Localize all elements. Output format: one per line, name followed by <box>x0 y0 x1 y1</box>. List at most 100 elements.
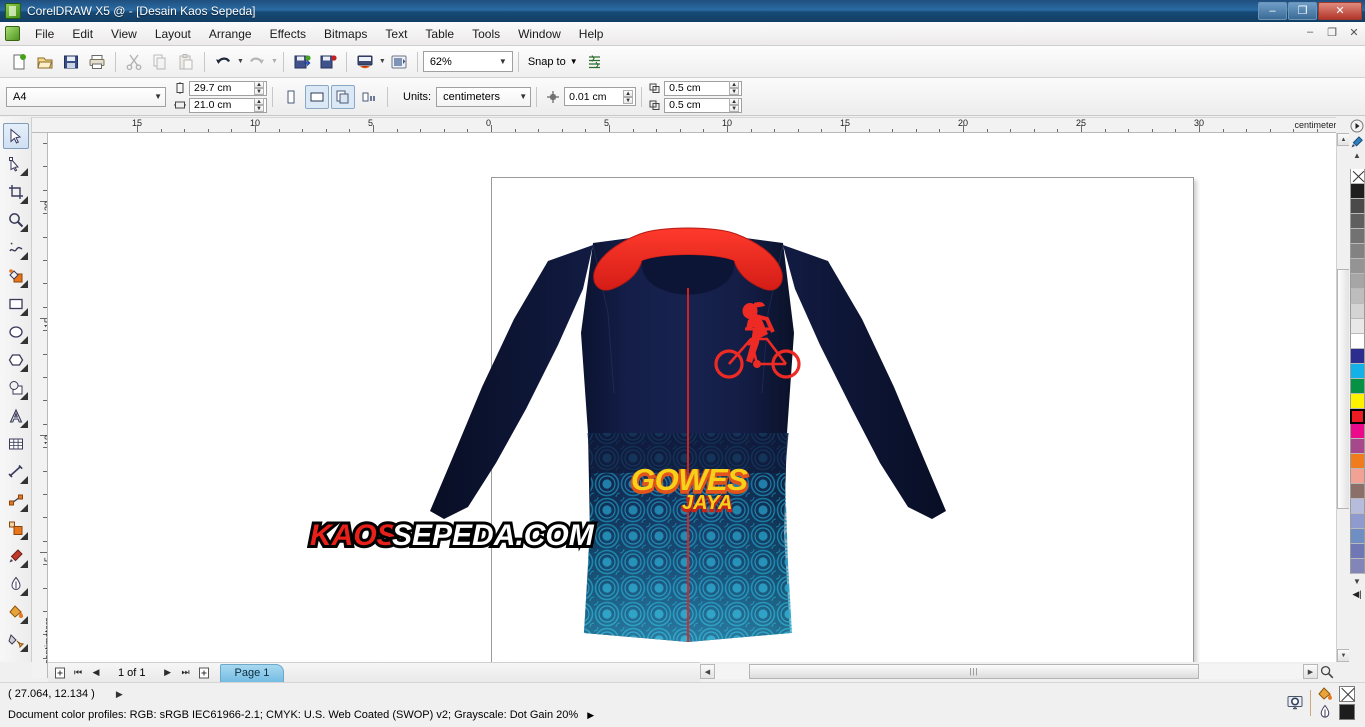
table-tool[interactable] <box>3 431 29 457</box>
interactive-fill-tool[interactable] <box>3 627 29 653</box>
palette-scroll-up-button[interactable]: ▲ <box>1353 151 1361 160</box>
duplicate-x-input[interactable]: 0.5 cm ▲ ▼ <box>664 80 743 96</box>
maximize-button[interactable]: ❐ <box>1288 2 1317 20</box>
palette-swatch[interactable] <box>1349 364 1365 379</box>
fill-tool[interactable] <box>3 599 29 625</box>
outline-color-swatch[interactable] <box>1339 704 1355 720</box>
palette-swatch[interactable] <box>1349 559 1365 574</box>
pick-tool[interactable] <box>2 123 29 149</box>
options-button[interactable] <box>582 49 608 75</box>
chevron-down-icon[interactable]: ▼ <box>519 92 527 101</box>
palette-swatch[interactable] <box>1349 469 1365 484</box>
duplicate-x-field[interactable]: 0.5 cm ▲ ▼ <box>649 80 743 96</box>
menu-file[interactable]: File <box>26 24 63 44</box>
palette-swatch[interactable] <box>1349 379 1365 394</box>
duplicate-y-input[interactable]: 0.5 cm ▲ ▼ <box>664 97 743 113</box>
menu-help[interactable]: Help <box>570 24 613 44</box>
minimize-button[interactable]: – <box>1258 2 1287 20</box>
horizontal-scrollbar-thumb[interactable]: ||| <box>749 664 1199 679</box>
flyout-arrow-icon[interactable] <box>19 476 28 484</box>
flyout-arrow-icon[interactable] <box>19 280 28 288</box>
flyout-arrow-icon[interactable] <box>19 336 28 344</box>
eyedropper-icon[interactable] <box>1350 135 1364 149</box>
fill-color-swatch[interactable] <box>1339 686 1355 702</box>
rectangle-tool[interactable] <box>3 291 29 317</box>
crop-tool[interactable] <box>3 179 29 205</box>
undo-button[interactable] <box>210 49 236 75</box>
ellipse-tool[interactable] <box>3 319 29 345</box>
orientation-portrait-button[interactable] <box>279 85 303 109</box>
palette-swatch[interactable] <box>1349 244 1365 259</box>
palette-swatch-list[interactable] <box>1349 169 1365 574</box>
scroll-left-button[interactable]: ◀ <box>700 664 715 679</box>
flyout-arrow-icon[interactable] <box>19 364 28 372</box>
connector-tool[interactable] <box>3 487 29 513</box>
horizontal-scrollbar-track[interactable]: ||| <box>715 664 1303 679</box>
menu-window[interactable]: Window <box>509 24 570 44</box>
menu-tools[interactable]: Tools <box>463 24 509 44</box>
page-width-spinner[interactable]: ▲ ▼ <box>254 81 264 95</box>
last-page-button[interactable]: ⏭ <box>178 665 194 681</box>
flyout-arrow-icon[interactable] <box>19 392 28 400</box>
scroll-right-button[interactable]: ▶ <box>1303 664 1318 679</box>
color-profiles-expand-icon[interactable]: ▶ <box>587 710 594 720</box>
blend-tool[interactable] <box>3 515 29 541</box>
import-button[interactable] <box>289 49 315 75</box>
flyout-arrow-icon[interactable] <box>19 252 28 260</box>
zoom-level-combobox[interactable]: 62% ▼ <box>422 51 513 72</box>
palette-expand-button[interactable]: ◀| <box>1352 589 1361 600</box>
zoom-tool[interactable] <box>3 207 29 233</box>
page-width-field[interactable]: 29.7 cm ▲ ▼ <box>174 80 267 96</box>
smart-fill-tool[interactable] <box>3 263 29 289</box>
palette-swatch[interactable] <box>1349 409 1365 424</box>
new-document-button[interactable] <box>6 49 32 75</box>
palette-swatch[interactable] <box>1349 259 1365 274</box>
palette-swatch[interactable] <box>1349 439 1365 454</box>
save-document-button[interactable] <box>58 49 84 75</box>
palette-swatch[interactable] <box>1349 394 1365 409</box>
first-page-button[interactable]: ⏮ <box>70 665 86 681</box>
status-expand-icon[interactable]: ▶ <box>116 689 123 699</box>
orientation-landscape-button[interactable] <box>305 84 329 109</box>
palette-swatch[interactable] <box>1349 499 1365 514</box>
palette-swatch[interactable] <box>1349 169 1365 184</box>
zoom-to-fit-button[interactable] <box>1318 664 1336 679</box>
export-button[interactable] <box>315 49 341 75</box>
print-button[interactable] <box>84 49 110 75</box>
vertical-scrollbar[interactable]: ▲ ▼ <box>1336 133 1350 662</box>
vertical-ruler[interactable]: 2015105 centimeters <box>32 133 48 678</box>
palette-swatch[interactable] <box>1349 349 1365 364</box>
menu-view[interactable]: View <box>102 24 146 44</box>
flyout-arrow-icon[interactable] <box>19 644 28 652</box>
palette-swatch[interactable] <box>1349 424 1365 439</box>
page-width-input[interactable]: 29.7 cm ▲ ▼ <box>189 80 267 96</box>
flyout-arrow-icon[interactable] <box>19 168 28 176</box>
menu-bitmaps[interactable]: Bitmaps <box>315 24 376 44</box>
palette-swatch[interactable] <box>1349 484 1365 499</box>
palette-swatch[interactable] <box>1349 544 1365 559</box>
publish-pdf-button[interactable] <box>352 49 378 75</box>
flyout-arrow-icon[interactable] <box>19 504 28 512</box>
palette-swatch[interactable] <box>1349 514 1365 529</box>
fill-color-indicator[interactable] <box>1317 686 1333 720</box>
color-eyedropper-tool[interactable] <box>3 543 29 569</box>
flyout-arrow-icon[interactable] <box>19 532 28 540</box>
mdi-restore-icon[interactable]: ❐ <box>1325 26 1339 39</box>
all-pages-button[interactable] <box>331 84 355 109</box>
nudge-offset-input[interactable]: 0.01 cm ▲ ▼ <box>564 87 637 106</box>
page-height-field[interactable]: 21.0 cm ▲ ▼ <box>174 97 267 113</box>
flyout-arrow-icon[interactable] <box>19 224 28 232</box>
undo-dropdown-icon[interactable]: ▼ <box>237 58 244 65</box>
horizontal-ruler[interactable]: 15 10 5 0 5 10 15 20 25 30 centimeters <box>32 117 1345 133</box>
flyout-arrow-icon[interactable] <box>19 616 28 624</box>
close-button[interactable]: ✕ <box>1318 2 1362 20</box>
flyout-arrow-icon[interactable] <box>19 420 28 428</box>
mdi-minimize-icon[interactable]: – <box>1303 26 1317 39</box>
color-swatches[interactable] <box>1339 686 1355 720</box>
current-page-button[interactable] <box>357 85 381 109</box>
mdi-close-icon[interactable]: ✕ <box>1347 26 1361 39</box>
publish-dropdown-icon[interactable]: ▼ <box>379 58 386 65</box>
palette-swatch[interactable] <box>1349 229 1365 244</box>
palette-scroll-down-button[interactable]: ▼ <box>1353 577 1361 586</box>
menu-text[interactable]: Text <box>376 24 416 44</box>
